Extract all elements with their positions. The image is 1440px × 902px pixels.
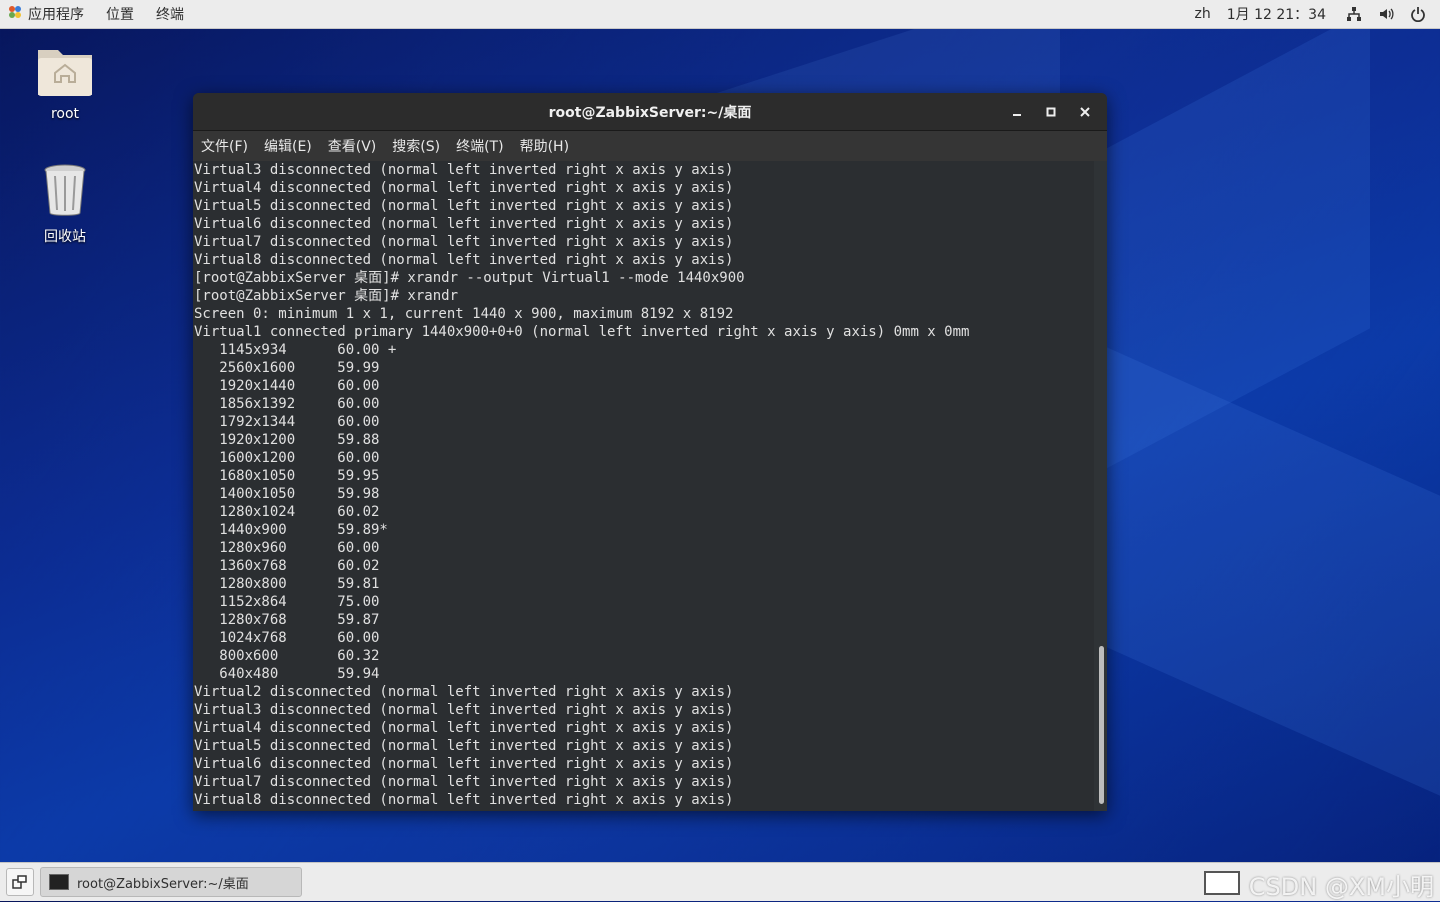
network-icon[interactable]: [1346, 6, 1362, 22]
terminal-line: Virtual1 connected primary 1440x900+0+0 …: [194, 324, 970, 340]
scrollbar-thumb[interactable]: [1099, 646, 1104, 804]
trash-icon: [40, 164, 90, 222]
terminal-line: 1360x768 60.02: [194, 558, 380, 574]
menu-help[interactable]: 帮助(H): [520, 136, 569, 156]
terminal-line: Virtual8 disconnected (normal left inver…: [194, 792, 734, 808]
terminal-scrollbar[interactable]: [1097, 163, 1105, 807]
terminal-line: Virtual3 disconnected (normal left inver…: [194, 162, 734, 178]
terminal-line: 1792x1344 60.00: [194, 414, 380, 430]
volume-icon[interactable]: [1378, 6, 1394, 22]
terminal-line: Virtual7 disconnected (normal left inver…: [194, 774, 734, 790]
terminal-line: 1145x934 60.00 +: [194, 342, 397, 358]
window-titlebar[interactable]: root@ZabbixServer:~/桌面: [193, 93, 1107, 131]
terminal-line: Virtual6 disconnected (normal left inver…: [194, 756, 734, 772]
terminal-line: Virtual2 disconnected (normal left inver…: [194, 684, 734, 700]
terminal-line: [root@ZabbixServer 桌面]# xrandr --output …: [194, 270, 745, 286]
terminal-output[interactable]: Virtual3 disconnected (normal left inver…: [193, 161, 1094, 811]
taskbar-terminal-button[interactable]: root@ZabbixServer:~/桌面: [40, 867, 302, 897]
places-menu[interactable]: 位置: [106, 4, 134, 24]
terminal-line: [root@ZabbixServer 桌面]# xrandr: [194, 288, 459, 304]
terminal-line: Virtual4 disconnected (normal left inver…: [194, 180, 734, 196]
terminal-line: 1920x1200 59.88: [194, 432, 380, 448]
terminal-line: Virtual5 disconnected (normal left inver…: [194, 738, 734, 754]
terminal-window[interactable]: root@ZabbixServer:~/桌面 文件(F) 编辑(E) 查看(V)…: [193, 93, 1107, 811]
terminal-line: 640x480 59.94: [194, 666, 380, 682]
terminal-line: 1024x768 60.00: [194, 630, 380, 646]
desktop-trash[interactable]: 回收站: [20, 162, 110, 246]
trash-label: 回收站: [44, 229, 86, 245]
top-panel: 应用程序 位置 终端 zh 1月 12 21：34: [0, 0, 1440, 29]
input-method-indicator[interactable]: zh: [1195, 6, 1211, 22]
workspace-1[interactable]: [1204, 871, 1240, 895]
terminal-line: Virtual3 disconnected (normal left inver…: [194, 702, 734, 718]
terminal-line: 1920x1440 60.00: [194, 378, 380, 394]
power-icon[interactable]: [1410, 6, 1426, 22]
terminal-line: Virtual7 disconnected (normal left inver…: [194, 234, 734, 250]
terminal-menu[interactable]: 终端: [156, 4, 184, 24]
terminal-line: Virtual5 disconnected (normal left inver…: [194, 198, 734, 214]
terminal-line: 1280x800 59.81: [194, 576, 380, 592]
apps-icon: [8, 5, 22, 23]
terminal-line: Virtual4 disconnected (normal left inver…: [194, 720, 734, 736]
terminal-line: 2560x1600 59.99: [194, 360, 380, 376]
terminal-line: 1600x1200 60.00: [194, 450, 380, 466]
terminal-line: 1152x864 75.00: [194, 594, 380, 610]
terminal-line: 1856x1392 60.00: [194, 396, 380, 412]
terminal-line: 1280x960 60.00: [194, 540, 380, 556]
maximize-icon[interactable]: [1039, 100, 1063, 124]
applications-menu[interactable]: 应用程序: [8, 4, 84, 24]
home-folder-icon: [36, 50, 94, 102]
terminal-line: Screen 0: minimum 1 x 1, current 1440 x …: [194, 306, 734, 322]
window-menubar: 文件(F) 编辑(E) 查看(V) 搜索(S) 终端(T) 帮助(H): [193, 131, 1107, 161]
minimize-icon[interactable]: [1005, 100, 1029, 124]
applications-label: 应用程序: [28, 7, 84, 23]
terminal-line: Virtual6 disconnected (normal left inver…: [194, 216, 734, 232]
terminal-line: 1680x1050 59.95: [194, 468, 380, 484]
terminal-line: 1280x1024 60.02: [194, 504, 380, 520]
menu-view[interactable]: 查看(V): [328, 136, 377, 156]
bottom-panel: root@ZabbixServer:~/桌面 CSDN @XM小明: [0, 862, 1440, 901]
menu-edit[interactable]: 编辑(E): [264, 136, 312, 156]
terminal-line: 1400x1050 59.98: [194, 486, 380, 502]
home-folder-label: root: [50, 106, 80, 122]
terminal-icon: [49, 874, 69, 890]
menu-search[interactable]: 搜索(S): [392, 136, 440, 156]
window-title: root@ZabbixServer:~/桌面: [548, 104, 752, 121]
wallpaper-shape: [1100, 344, 1440, 796]
terminal-line: 800x600 60.32: [194, 648, 380, 664]
close-icon[interactable]: [1073, 100, 1097, 124]
terminal-line: 1280x768 59.87: [194, 612, 380, 628]
terminal-line: 1440x900 59.89*: [194, 522, 388, 538]
desktop-home-folder[interactable]: root: [20, 42, 110, 122]
taskbar-terminal-label: root@ZabbixServer:~/桌面: [77, 876, 249, 892]
menu-terminal[interactable]: 终端(T): [456, 136, 503, 156]
clock[interactable]: 1月 12 21：34: [1227, 4, 1326, 24]
watermark: CSDN @XM小明: [1248, 873, 1434, 901]
menu-file[interactable]: 文件(F): [201, 136, 248, 156]
show-desktop-icon[interactable]: [6, 868, 34, 896]
terminal-line: Virtual8 disconnected (normal left inver…: [194, 252, 734, 268]
